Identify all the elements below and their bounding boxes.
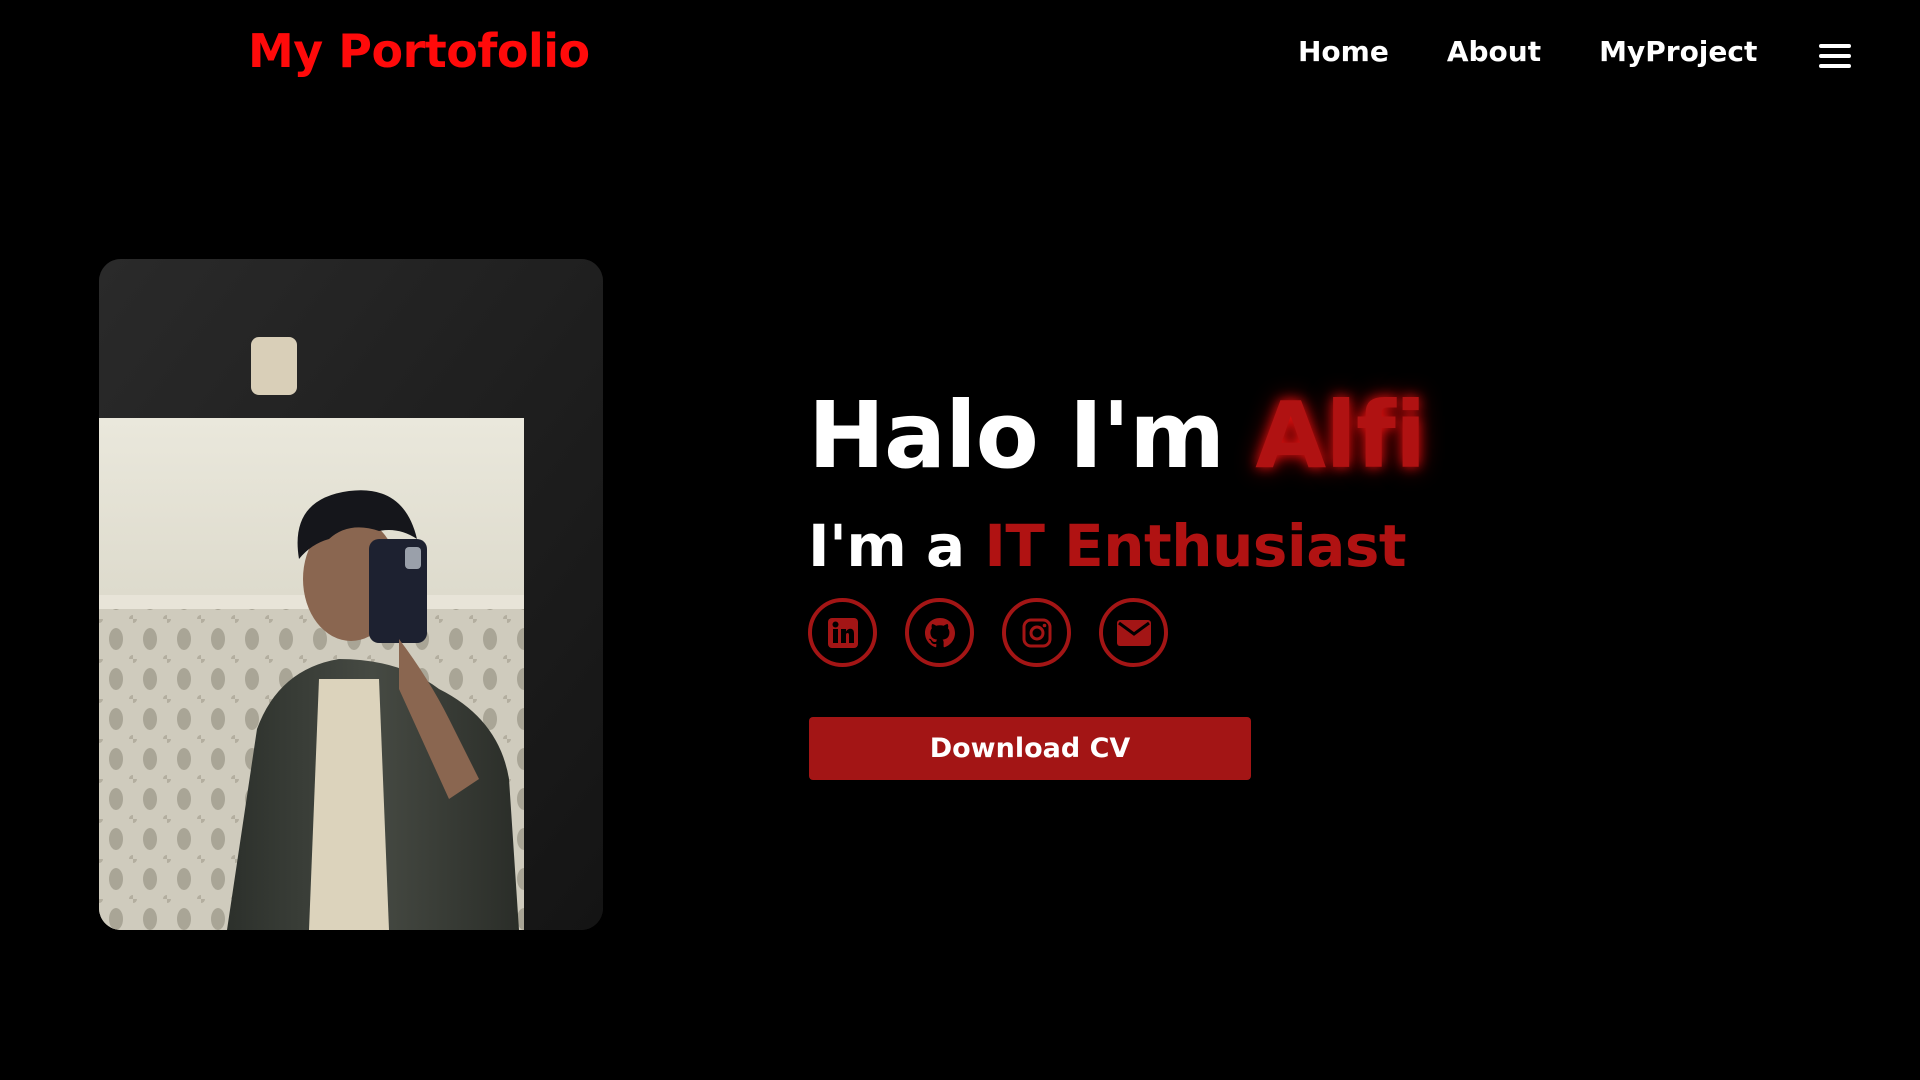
email-icon bbox=[1116, 619, 1151, 646]
nav-link-myproject[interactable]: MyProject bbox=[1599, 35, 1757, 68]
download-cv-button[interactable]: Download CV bbox=[809, 717, 1251, 780]
hero-name: Alfi bbox=[1255, 382, 1426, 489]
hero-subtitle: I'm a IT Enthusiast bbox=[808, 512, 1407, 580]
hero-role: IT Enthusiast bbox=[984, 512, 1407, 580]
nav-link-home[interactable]: Home bbox=[1298, 35, 1389, 68]
hero-role-prefix: I'm a bbox=[808, 512, 965, 580]
instagram-icon bbox=[1022, 618, 1051, 647]
linkedin-link[interactable] bbox=[808, 598, 877, 667]
hamburger-menu-icon[interactable] bbox=[1819, 42, 1851, 70]
instagram-link[interactable] bbox=[1002, 598, 1071, 667]
linkedin-icon bbox=[827, 617, 858, 648]
site-logo[interactable]: My Portofolio bbox=[248, 24, 590, 78]
navbar: My Portofolio Home About MyProject bbox=[0, 0, 1920, 110]
email-link[interactable] bbox=[1099, 598, 1168, 667]
hero-title: Halo I'm Alfi bbox=[808, 382, 1426, 489]
github-icon bbox=[924, 617, 955, 647]
nav-link-about[interactable]: About bbox=[1447, 35, 1541, 68]
profile-photo-image bbox=[99, 259, 603, 930]
hero-greeting: Halo I'm bbox=[808, 382, 1225, 489]
github-link[interactable] bbox=[905, 598, 974, 667]
social-links bbox=[808, 598, 1168, 667]
nav-links: Home About MyProject bbox=[1298, 35, 1757, 68]
profile-photo bbox=[99, 259, 603, 930]
